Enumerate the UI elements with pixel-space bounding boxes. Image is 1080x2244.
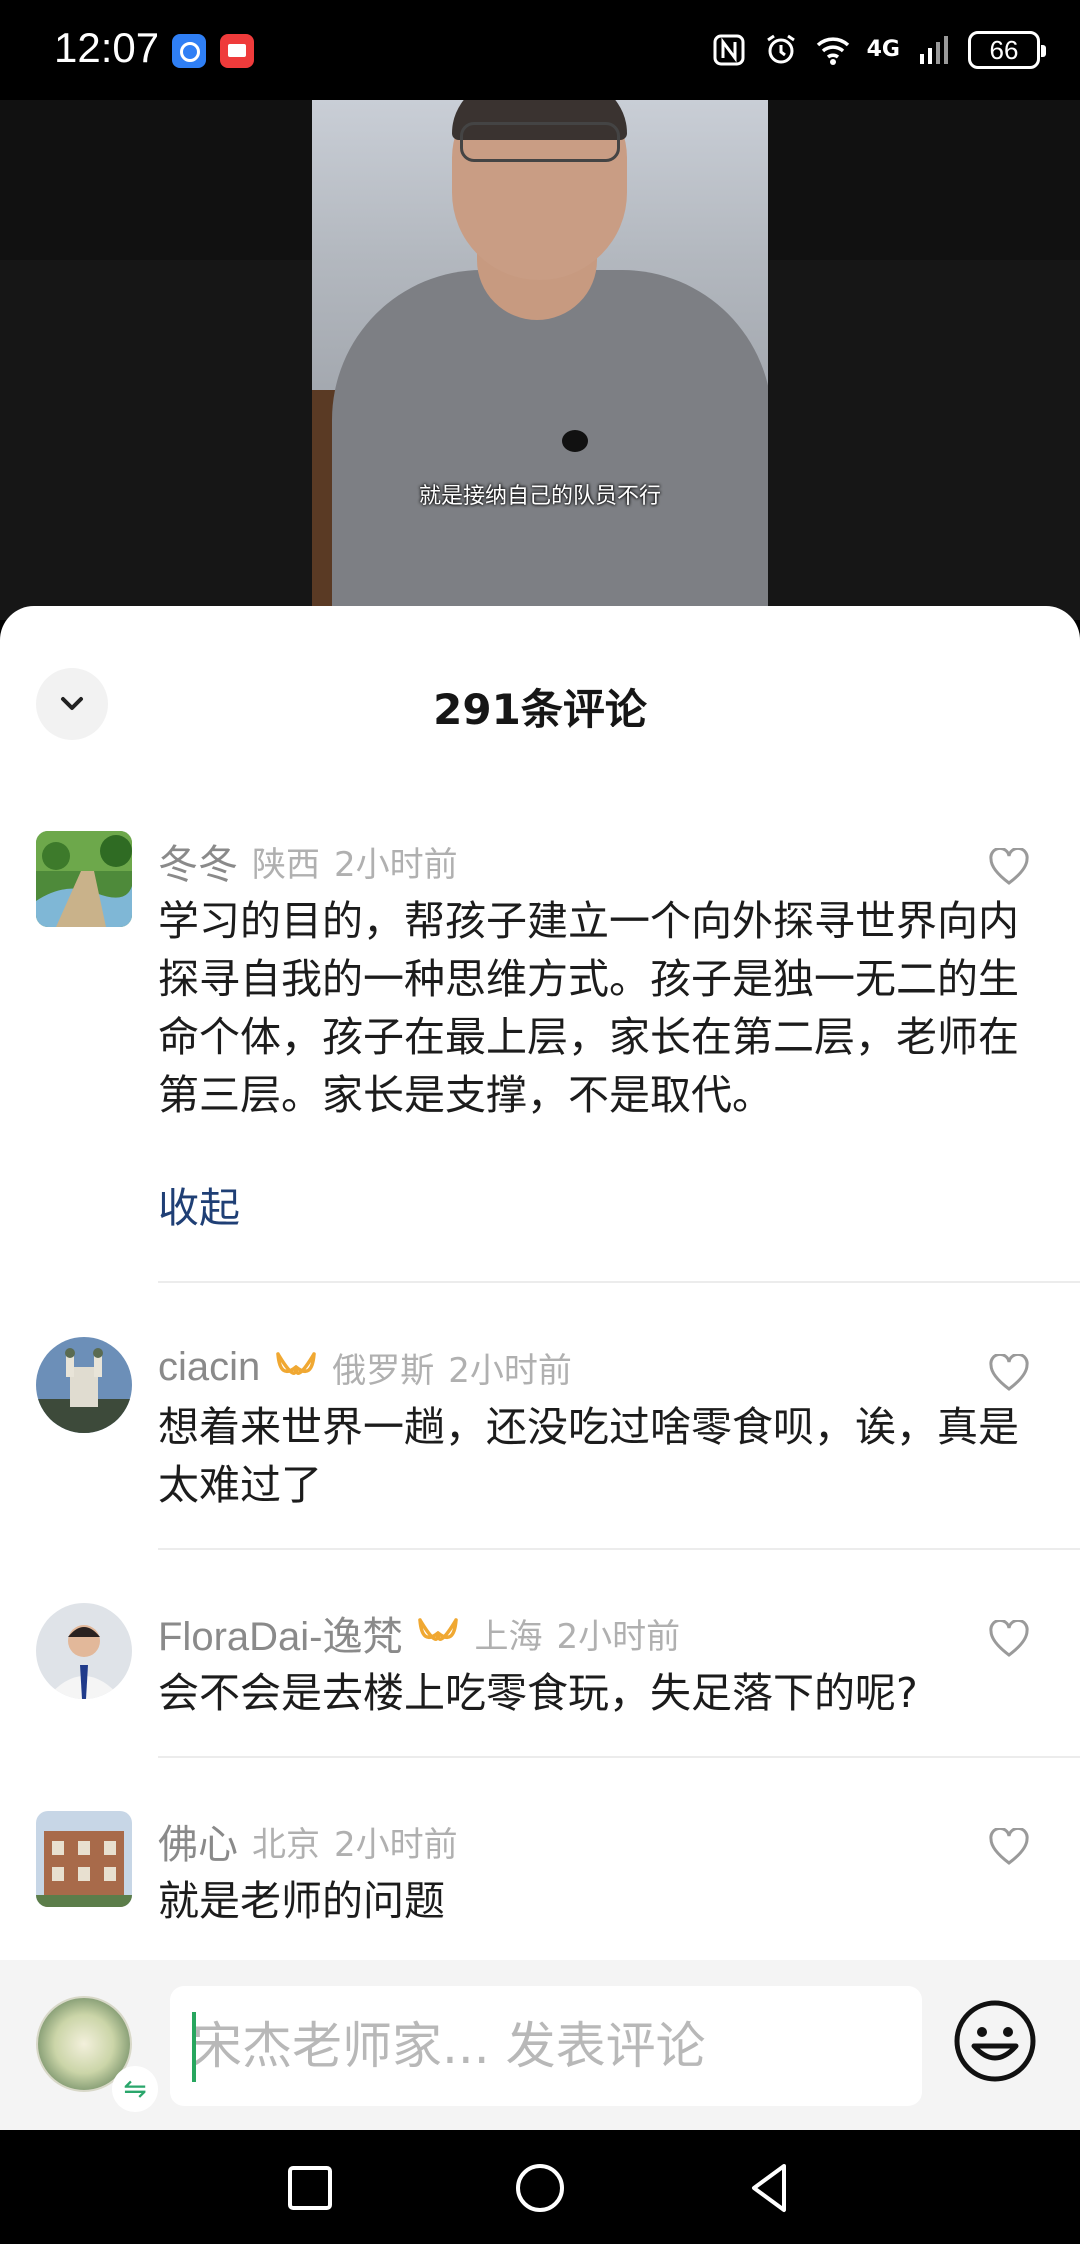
comment-time: 2小时前 [334, 1824, 458, 1865]
emoji-icon[interactable] [952, 1998, 1038, 2084]
back-icon[interactable] [740, 2158, 800, 2218]
recents-icon[interactable] [280, 2158, 340, 2218]
like-heart-icon[interactable] [988, 848, 1030, 886]
avatar[interactable] [36, 1811, 132, 1907]
person-avatar-image [36, 1603, 132, 1699]
collapse-text-link[interactable]: 收起 [158, 1174, 240, 1234]
comment-location: 北京 [252, 1824, 320, 1865]
comments-title: 291条评论 [433, 685, 647, 734]
status-time: 12:07 [54, 24, 160, 71]
avatar[interactable] [36, 1337, 132, 1433]
comment-input[interactable] [170, 1986, 922, 2106]
comment-location: 上海 [474, 1616, 543, 1657]
comment-text: 想着来世界一趟，还没吃过啥零食呗，诶，真是太难过了 [158, 1403, 1019, 1509]
wifi-icon [816, 37, 849, 65]
app-notification-icon [172, 34, 206, 68]
signal-icon [920, 36, 948, 64]
comment-meta: 冬冬 陕西 2小时前 [158, 836, 458, 887]
comment-author[interactable]: ciacin [158, 1345, 260, 1390]
video-subtitle: 就是接纳自己的队员不行 [418, 484, 661, 509]
comment-author[interactable]: FloraDai-逸梵 [158, 1604, 402, 1662]
avatar[interactable] [36, 1603, 132, 1699]
building-avatar-image [36, 1811, 132, 1907]
video-player[interactable]: 就是接纳自己的队员不行 [0, 100, 1080, 620]
comment-text: 学习的目的，帮孩子建立一个向外探寻世界向内探寻自我的一种思维方式。孩子是独一无二… [158, 897, 1019, 1119]
battery-indicator: 66 [968, 31, 1046, 69]
comment-divider [158, 1756, 1080, 1758]
like-heart-icon[interactable] [988, 1828, 1030, 1866]
status-icons: 4G 66 [711, 28, 1046, 72]
like-heart-icon[interactable] [988, 1354, 1030, 1392]
avatar[interactable] [36, 831, 132, 927]
alarm-icon [766, 34, 795, 64]
message-notification-icon [220, 34, 254, 68]
comment-time: 2小时前 [334, 844, 458, 885]
like-heart-icon[interactable] [988, 1620, 1030, 1658]
comment-text: 就是老师的问题 [158, 1877, 445, 1925]
comments-sheet: 291条评论 冬冬 陕西 2小时前 学习的目的，帮孩子建立一个向外探寻世界向内探… [0, 606, 1080, 1960]
text-cursor [192, 2012, 196, 2082]
battery-level: 66 [989, 34, 1019, 65]
comment-meta: ciacin 俄罗斯 2小时前 [158, 1342, 572, 1392]
comment-meta: 佛心 北京 2小时前 [158, 1816, 458, 1867]
home-icon[interactable] [510, 2158, 570, 2218]
system-nav-bar [0, 2130, 1080, 2244]
vip-badge-icon [418, 1618, 459, 1641]
video-person-glasses [460, 122, 620, 162]
comment-divider [158, 1548, 1080, 1550]
network-type: 4G [866, 37, 900, 62]
switch-account-icon[interactable]: ⇋ [112, 2066, 158, 2112]
comment-text: 会不会是去楼上吃零食玩，失足落下的呢? [158, 1669, 918, 1717]
video-person-body [332, 270, 768, 620]
video-frame[interactable]: 就是接纳自己的队员不行 [312, 100, 768, 620]
comment-meta: FloraDai-逸梵 上海 2小时前 [158, 1608, 681, 1659]
church-avatar-image [36, 1337, 132, 1433]
comment-input-bar: ⇋ [0, 1960, 1080, 2130]
comment-author[interactable]: 佛心 [158, 1812, 238, 1870]
comment-time: 2小时前 [556, 1616, 681, 1657]
nfc-icon [713, 34, 745, 66]
status-bar: 12:07 4G 66 [0, 0, 1080, 100]
comment-author[interactable]: 冬冬 [158, 832, 238, 890]
comment-location: 俄罗斯 [332, 1350, 435, 1391]
landscape-avatar-image [36, 831, 132, 927]
comment-divider [158, 1281, 1080, 1283]
comment-time: 2小时前 [448, 1350, 572, 1391]
vip-badge-icon [276, 1352, 317, 1375]
comment-location: 陕西 [252, 844, 320, 885]
video-mic [562, 430, 588, 452]
